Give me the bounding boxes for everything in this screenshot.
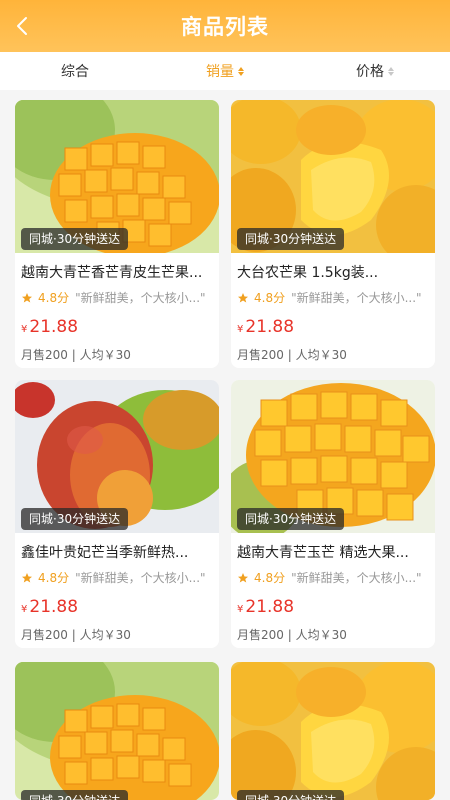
currency-symbol: ¥: [237, 324, 244, 335]
sort-comprehensive[interactable]: 综合: [0, 61, 150, 81]
product-image: 同城·30分钟送达: [15, 100, 219, 253]
sort-label: 综合: [61, 64, 89, 80]
back-button[interactable]: [10, 12, 34, 40]
product-image: 同城·30分钟送达: [15, 662, 219, 800]
monthly-sales: 月售200: [237, 628, 284, 642]
sales-meta: 月售200 | 人均￥30: [237, 348, 347, 362]
price: ¥ 21.88: [21, 317, 78, 337]
product-name: 大台农芒果 1.5kg装...: [237, 265, 379, 281]
rating-score: 4.8分: [38, 291, 70, 305]
product-image: 同城·30分钟送达: [231, 100, 435, 253]
product-name: 越南大青芒玉芒 精选大果...: [237, 545, 409, 561]
rating-score: 4.8分: [254, 291, 286, 305]
star-icon: [238, 572, 248, 582]
monthly-sales: 月售200: [21, 628, 68, 642]
sort-arrows-icon: [238, 66, 244, 76]
product-card[interactable]: 同城·30分钟送达 鑫佳叶贵妃芒当季新鲜热... 4.8分 "新鲜甜美，个大核小…: [15, 380, 219, 648]
product-card[interactable]: 同城·30分钟送达: [231, 662, 435, 800]
price: ¥ 21.88: [21, 597, 78, 617]
review-snippet: "新鲜甜美，个大核小...": [291, 571, 422, 585]
chevron-left-icon: [17, 17, 27, 35]
currency-symbol: ¥: [21, 324, 28, 335]
sales-meta: 月售200 | 人均￥30: [21, 628, 131, 642]
monthly-sales: 月售200: [21, 348, 68, 362]
sort-label: 价格: [356, 64, 384, 80]
star-icon: [22, 572, 32, 582]
product-name: 越南大青芒香芒青皮生芒果...: [21, 265, 203, 281]
review-snippet: "新鲜甜美，个大核小...": [75, 291, 206, 305]
rating-row: 4.8分 "新鲜甜美，个大核小...": [237, 569, 422, 586]
sort-bar: 综合 销量 价格: [0, 52, 450, 90]
star-icon: [238, 292, 248, 302]
delivery-badge: 同城·30分钟送达: [237, 508, 345, 530]
delivery-badge: 同城·30分钟送达: [237, 228, 345, 250]
star-icon: [22, 292, 32, 302]
sort-sales[interactable]: 销量: [150, 61, 300, 81]
price: ¥ 21.88: [237, 317, 294, 337]
monthly-sales: 月售200: [237, 348, 284, 362]
product-image: 同城·30分钟送达: [231, 662, 435, 800]
price-value: 21.88: [245, 317, 295, 337]
product-image: 同城·30分钟送达: [15, 380, 219, 533]
avg-price: 人均￥30: [79, 348, 131, 362]
price-value: 21.88: [245, 597, 295, 617]
product-image: 同城·30分钟送达: [231, 380, 435, 533]
sales-meta: 月售200 | 人均￥30: [237, 628, 347, 642]
rating-score: 4.8分: [254, 571, 286, 585]
product-card[interactable]: 同城·30分钟送达 越南大青芒玉芒 精选大果... 4.8分 "新鲜甜美，个大核…: [231, 380, 435, 648]
rating-row: 4.8分 "新鲜甜美，个大核小...": [237, 289, 422, 306]
price-value: 21.88: [29, 597, 79, 617]
product-card[interactable]: 同城·30分钟送达 大台农芒果 1.5kg装... 4.8分 "新鲜甜美，个大核…: [231, 100, 435, 368]
delivery-badge: 同城·30分钟送达: [21, 228, 129, 250]
page-title: 商品列表: [181, 15, 269, 39]
review-snippet: "新鲜甜美，个大核小...": [75, 571, 206, 585]
price: ¥ 21.88: [237, 597, 294, 617]
rating-row: 4.8分 "新鲜甜美，个大核小...": [21, 289, 206, 306]
product-name: 鑫佳叶贵妃芒当季新鲜热...: [21, 545, 189, 561]
sort-arrows-icon: [388, 66, 394, 76]
avg-price: 人均￥30: [295, 628, 347, 642]
rating-row: 4.8分 "新鲜甜美，个大核小...": [21, 569, 206, 586]
delivery-badge: 同城·30分钟送达: [21, 790, 129, 800]
app-header: 商品列表: [0, 0, 450, 52]
product-card[interactable]: 同城·30分钟送达 越南大青芒香芒青皮生芒果... 4.8分 "新鲜甜美，个大核…: [15, 100, 219, 368]
price-value: 21.88: [29, 317, 79, 337]
currency-symbol: ¥: [21, 604, 28, 615]
product-card[interactable]: 同城·30分钟送达: [15, 662, 219, 800]
avg-price: 人均￥30: [79, 628, 131, 642]
delivery-badge: 同城·30分钟送达: [237, 790, 345, 800]
currency-symbol: ¥: [237, 604, 244, 615]
review-snippet: "新鲜甜美，个大核小...": [291, 291, 422, 305]
sort-price[interactable]: 价格: [300, 61, 450, 81]
delivery-badge: 同城·30分钟送达: [21, 508, 129, 530]
sales-meta: 月售200 | 人均￥30: [21, 348, 131, 362]
avg-price: 人均￥30: [295, 348, 347, 362]
rating-score: 4.8分: [38, 571, 70, 585]
sort-label: 销量: [206, 64, 234, 80]
